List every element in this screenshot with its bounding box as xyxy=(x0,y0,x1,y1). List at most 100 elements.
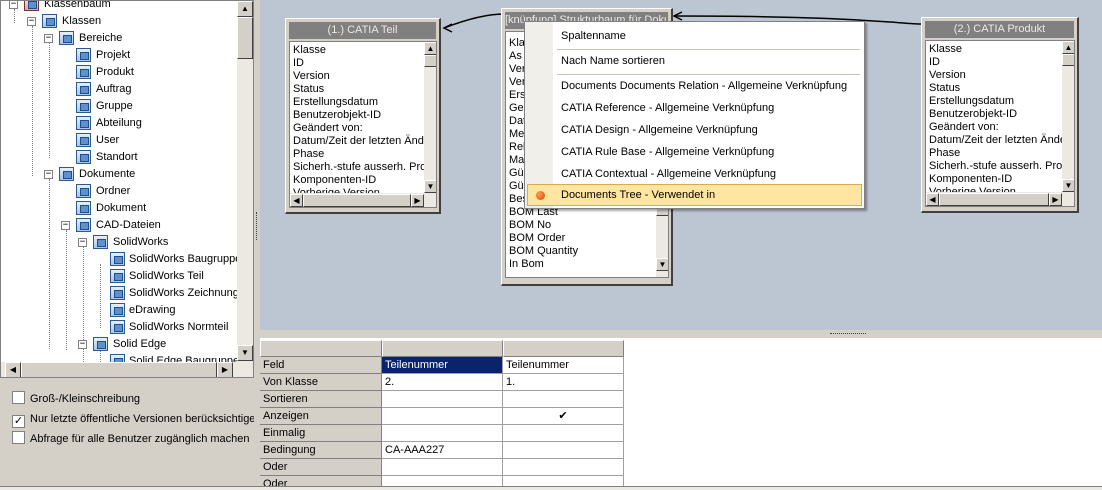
grid-cell-sort[interactable] xyxy=(382,391,503,408)
menu-item-catia-reference[interactable]: CATIA Reference - Allgemeine Verknüpfung xyxy=(561,99,774,117)
all-users-access-option[interactable]: Abfrage für alle Benutzer zugänglich mac… xyxy=(12,431,250,447)
menu-item-catia-design[interactable]: CATIA Design - Allgemeine Verknüpfung xyxy=(561,121,758,139)
menu-item-catia-rule-base[interactable]: CATIA Rule Base - Allgemeine Verknüpfung xyxy=(561,143,774,161)
entity-field[interactable]: Geändert von: xyxy=(929,121,999,134)
grid-cell-show[interactable] xyxy=(382,408,503,425)
scroll-right-arrow-icon[interactable]: ▶ xyxy=(1049,193,1062,206)
scroll-thumb[interactable] xyxy=(939,193,1049,206)
scroll-thumb[interactable] xyxy=(21,362,217,377)
scroll-down-arrow-icon[interactable]: ▼ xyxy=(1062,179,1074,192)
grid-cell-condition[interactable]: CA-AAA227 xyxy=(382,442,503,459)
menu-item-catia-contextual[interactable]: CATIA Contextual - Allgemeine Verknüpfun… xyxy=(561,165,776,183)
entity-field[interactable]: Erstellungsdatum xyxy=(293,96,378,109)
entity-catia-teil[interactable]: (1.) CATIA Teil Klasse ID Version Status… xyxy=(285,18,441,214)
grid-cell-unique[interactable] xyxy=(382,425,503,442)
scroll-up-arrow-icon[interactable]: ▲ xyxy=(424,42,436,55)
entity-field[interactable]: Phase xyxy=(293,148,324,161)
scroll-up-arrow-icon[interactable]: ▲ xyxy=(237,1,253,17)
scroll-left-arrow-icon[interactable]: ◀ xyxy=(290,194,303,207)
entity-field[interactable]: ID xyxy=(293,57,304,70)
grid-cell-condition[interactable] xyxy=(503,442,624,459)
entity-field-list[interactable]: Klasse ID Version Status Erstellungsdatu… xyxy=(925,40,1075,207)
entity-field[interactable]: Ma xyxy=(509,154,524,167)
entity-field[interactable]: Datum/Zeit der letzten Änderung xyxy=(293,135,436,148)
grid-column-header[interactable] xyxy=(503,340,624,357)
tree-horizontal-scrollbar[interactable]: ◀ ▶ xyxy=(1,362,253,377)
tree-vertical-scrollbar[interactable]: ▲ ▼ xyxy=(237,1,253,362)
latest-public-versions-option[interactable]: ✓ Nur letzte öffentliche Versionen berück… xyxy=(12,411,262,428)
grid-column-header[interactable] xyxy=(382,340,503,357)
entity-field[interactable]: BOM Quantity xyxy=(509,245,578,258)
collapse-toggle[interactable]: − xyxy=(61,221,70,230)
entity-field[interactable]: Phase xyxy=(929,147,960,160)
collapse-toggle[interactable]: − xyxy=(78,340,87,349)
entity-title[interactable]: (1.) CATIA Teil xyxy=(289,22,436,39)
entity-field[interactable]: BOM No xyxy=(509,219,551,232)
entity-field[interactable]: Klasse xyxy=(293,44,326,57)
scroll-left-arrow-icon[interactable]: ◀ xyxy=(5,362,21,377)
entity-field[interactable]: Sicherh.-stufe ausserh. Proz xyxy=(929,160,1068,173)
grid-cell-or[interactable] xyxy=(503,459,624,476)
entity-field[interactable]: Sicherh.-stufe ausserh. Proz xyxy=(293,161,432,174)
menu-item-sort-by-name[interactable]: Nach Name sortieren xyxy=(561,52,665,70)
entity-field[interactable]: Komponenten-ID xyxy=(293,174,376,187)
entity-horizontal-scrollbar[interactable]: ◀ ▶ xyxy=(290,193,436,207)
menu-item-documents-relation[interactable]: Documents Documents Relation - Allgemein… xyxy=(561,77,847,95)
entity-field[interactable]: Version xyxy=(293,70,330,83)
entity-title[interactable]: (2.) CATIA Produkt xyxy=(925,21,1074,38)
grid-cell-from-class[interactable]: 2. xyxy=(382,374,503,391)
entity-catia-produkt[interactable]: (2.) CATIA Produkt Klasse ID Version Sta… xyxy=(921,17,1079,213)
collapse-toggle[interactable]: − xyxy=(27,17,36,26)
menu-item-spaltenname[interactable]: Spaltenname xyxy=(561,27,626,45)
entity-field[interactable]: As xyxy=(509,50,522,63)
grid-cell-field[interactable]: Teilenummer xyxy=(503,357,624,374)
scroll-right-arrow-icon[interactable]: ▶ xyxy=(217,362,233,377)
entity-horizontal-scrollbar[interactable]: ◀ ▶ xyxy=(926,192,1074,206)
entity-field[interactable]: Kla xyxy=(509,37,525,50)
entity-field[interactable]: Me xyxy=(509,128,524,141)
collapse-toggle[interactable]: − xyxy=(9,1,18,9)
entity-field[interactable]: Status xyxy=(929,82,960,95)
entity-field-list[interactable]: Klasse ID Version Status Erstellungsdatu… xyxy=(289,41,437,208)
grid-cell-unique[interactable] xyxy=(503,425,624,442)
horizontal-splitter[interactable] xyxy=(260,330,1102,338)
entity-field[interactable]: Status xyxy=(293,83,324,96)
entity-field[interactable]: Geändert von: xyxy=(293,122,363,135)
grid-cell-sort[interactable] xyxy=(503,391,624,408)
entity-field[interactable]: In Bom xyxy=(509,258,544,271)
entity-field[interactable]: Erstellungsdatum xyxy=(929,95,1014,108)
entity-field[interactable]: ID xyxy=(929,56,940,69)
scroll-down-arrow-icon[interactable]: ▼ xyxy=(237,345,253,361)
grid-cell-or[interactable] xyxy=(382,459,503,476)
scroll-thumb[interactable] xyxy=(1062,54,1074,66)
collapse-toggle[interactable]: − xyxy=(44,34,53,43)
collapse-toggle[interactable]: − xyxy=(44,170,53,179)
grid-cell-from-class[interactable]: 1. xyxy=(503,374,624,391)
entity-field[interactable]: Benutzerobjekt-ID xyxy=(293,109,381,122)
entity-field[interactable]: Ge xyxy=(509,102,524,115)
entity-field[interactable]: BOM Order xyxy=(509,232,565,245)
latest-public-versions-checkbox[interactable]: ✓ xyxy=(12,415,25,428)
scroll-right-arrow-icon[interactable]: ▶ xyxy=(411,194,424,207)
entity-field[interactable]: Version xyxy=(929,69,966,82)
case-sensitive-checkbox[interactable] xyxy=(12,391,25,404)
scroll-thumb[interactable] xyxy=(237,17,253,59)
scroll-thumb[interactable] xyxy=(303,194,411,207)
grid-cell-show[interactable]: ✔ xyxy=(503,408,624,425)
entity-field[interactable]: Benutzerobjekt-ID xyxy=(929,108,1017,121)
entity-scrollbar[interactable]: ▲ ▼ xyxy=(1062,41,1074,192)
grid-cell-field[interactable]: Teilenummer xyxy=(382,357,503,374)
scroll-thumb[interactable] xyxy=(424,55,436,67)
case-sensitive-option[interactable]: Groß-/Kleinschreibung xyxy=(12,391,140,407)
entity-field[interactable]: Datum/Zeit der letzten Änderung xyxy=(929,134,1074,147)
scroll-down-arrow-icon[interactable]: ▼ xyxy=(424,180,436,193)
entity-field[interactable]: Komponenten-ID xyxy=(929,173,1012,186)
menu-item-documents-tree-label[interactable]: Documents Tree - Verwendet in xyxy=(561,186,715,204)
collapse-toggle[interactable]: − xyxy=(78,238,87,247)
query-grid[interactable]: Feld Von Klasse Sortieren Anzeigen Einma… xyxy=(260,338,1102,490)
entity-scrollbar[interactable]: ▲ ▼ xyxy=(424,42,436,193)
scroll-down-arrow-icon[interactable]: ▼ xyxy=(656,258,668,271)
all-users-access-checkbox[interactable] xyxy=(12,431,25,444)
entity-field[interactable]: Klasse xyxy=(929,43,962,56)
scroll-left-arrow-icon[interactable]: ◀ xyxy=(926,193,939,206)
